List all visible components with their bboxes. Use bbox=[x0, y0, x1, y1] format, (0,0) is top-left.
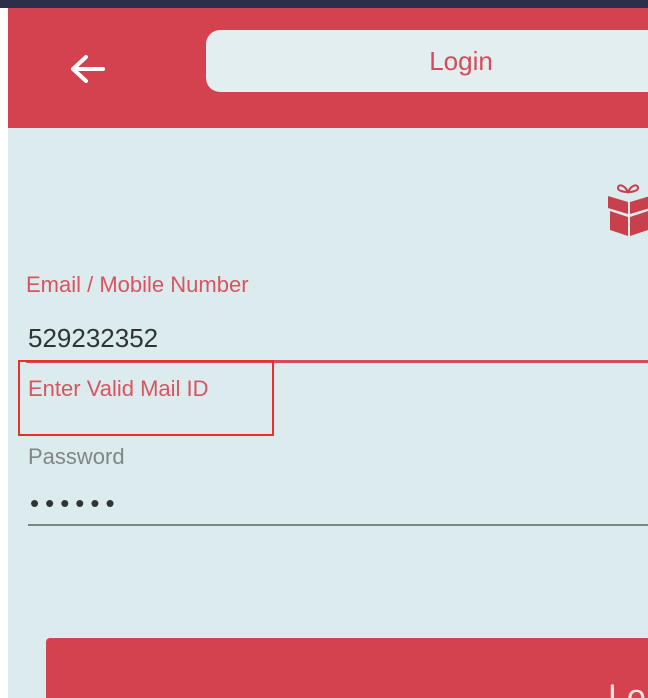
app-screen: Login Email / Mobile Number Enter Valid … bbox=[8, 8, 648, 698]
password-field[interactable] bbox=[28, 482, 648, 526]
page-title: Login bbox=[429, 45, 493, 76]
back-button[interactable] bbox=[64, 46, 110, 92]
top-edge-strip bbox=[0, 0, 648, 8]
login-button-label: Lo bbox=[608, 678, 646, 698]
password-field-label: Password bbox=[28, 444, 125, 469]
login-button[interactable]: Lo bbox=[46, 638, 648, 698]
app-header: Login bbox=[8, 8, 648, 128]
email-field-label: Email / Mobile Number bbox=[26, 272, 249, 297]
email-field[interactable] bbox=[26, 316, 648, 363]
gift-icon[interactable] bbox=[606, 178, 648, 238]
email-error-message: Enter Valid Mail ID bbox=[28, 376, 209, 401]
page-title-bar: Login bbox=[206, 30, 648, 92]
arrow-left-icon bbox=[71, 55, 105, 83]
